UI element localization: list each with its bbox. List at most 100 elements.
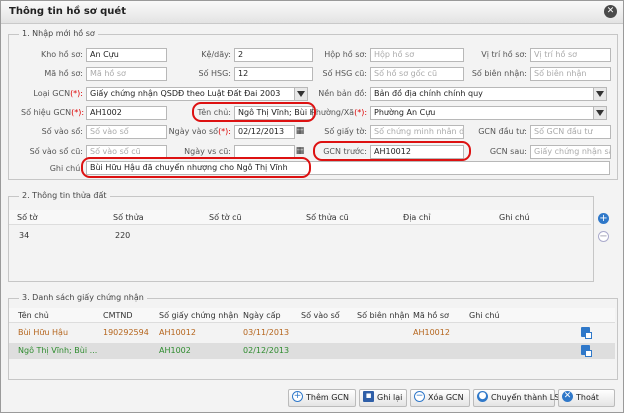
- hop-ho-so-input[interactable]: Hộp hồ sơ: [370, 48, 464, 62]
- gcn-dau-tu-label: GCN đầu tư:: [478, 127, 527, 136]
- ngay-vao-so-label-text: Ngày vào sổ: [168, 127, 219, 136]
- hop-ho-so-label: Hộp hồ sơ:: [324, 50, 367, 59]
- cell-ten-chu: Ngô Thị Vĩnh; Bùi ...: [18, 346, 98, 355]
- col-so-to: Số tờ: [17, 213, 38, 222]
- ghi-chu-label: Ghi chú:: [49, 164, 83, 173]
- close-circle-icon: ✕: [562, 391, 573, 402]
- cell-ngay-cap: 03/11/2013: [243, 328, 290, 337]
- nen-ban-do-label: Nền bản đồ:: [318, 89, 367, 98]
- ma-ho-so-input[interactable]: Mã hồ sơ: [86, 67, 167, 81]
- ghi-lai-button[interactable]: ▪ Ghi lại: [359, 389, 407, 407]
- location-pin-icon: ●: [477, 391, 488, 402]
- edit-icon[interactable]: [581, 327, 592, 339]
- required-mark: (*):: [70, 89, 83, 98]
- section2-legend: 2. Thông tin thửa đất: [19, 191, 110, 200]
- ngay-vao-so-input[interactable]: 02/12/2013: [234, 125, 295, 139]
- col-so-thua-cu: Số thửa cũ: [306, 213, 349, 222]
- so-giay-to-input[interactable]: Số chứng minh nhân dân: [370, 125, 464, 139]
- ma-ho-so-label: Mã hồ sơ:: [44, 69, 83, 78]
- so-vao-so-cu-input[interactable]: Số vào sổ cũ: [86, 145, 167, 159]
- so-vao-so-cu-label: Số vào sổ cũ:: [29, 147, 83, 156]
- col-so-vao-so: Số vào sổ: [301, 311, 340, 320]
- calendar-icon[interactable]: ▦: [294, 125, 306, 137]
- col-ma-ho-so: Mã hồ sơ: [413, 311, 449, 320]
- kho-ho-so-input[interactable]: An Cựu: [86, 48, 167, 62]
- them-gcn-button[interactable]: + Thêm GCN: [288, 389, 356, 407]
- save-icon: ▪: [363, 391, 374, 402]
- col-ghi-chu: Ghi chú: [469, 311, 500, 320]
- thoat-label: Thoát: [576, 393, 599, 402]
- ten-chu-label: Tên chủ:: [197, 108, 231, 117]
- xoa-gcn-button[interactable]: − Xóa GCN: [410, 389, 470, 407]
- cell-so-to: 34: [19, 231, 30, 240]
- cell-ngay-cap: 02/12/2013: [243, 346, 290, 355]
- table-row[interactable]: Bùi Hữu Hậu 190292594 AH10012 03/11/2013…: [9, 325, 615, 341]
- so-hsg-input[interactable]: 12: [234, 67, 313, 81]
- so-hsg-cu-label: Số HSG cũ:: [322, 69, 367, 78]
- so-hieu-gcn-label-text: Số hiệu GCN: [21, 108, 72, 117]
- chevron-down-icon[interactable]: [593, 106, 607, 120]
- col-ten-chu: Tên chủ: [18, 311, 49, 320]
- parcel-grid-header: Số tờ Số thửa Số tờ cũ Số thửa cũ Địa ch…: [9, 210, 591, 225]
- gcn-sau-input[interactable]: Giấy chứng nhận sau: [530, 145, 611, 159]
- kho-ho-so-label: Kho hồ sơ:: [40, 50, 83, 59]
- add-parcel-icon[interactable]: +: [598, 213, 609, 224]
- phuong-xa-label: Phường/Xã(*):: [311, 108, 367, 117]
- so-hieu-gcn-label: Số hiệu GCN(*):: [21, 108, 85, 117]
- certificate-grid-header: Tên chủ CMTND Số giấy chứng nhận Ngày cấ…: [9, 308, 615, 323]
- minus-circle-icon: −: [414, 391, 425, 402]
- cell-cmtnd: 190292594: [103, 328, 149, 337]
- so-hsg-cu-input[interactable]: Số hồ sơ gốc cũ: [370, 67, 464, 81]
- thoat-button[interactable]: ✕ Thoát: [558, 389, 615, 407]
- col-so-bien-nhan: Số biên nhận: [357, 311, 410, 320]
- gcn-truoc-input[interactable]: AH10012: [370, 145, 464, 159]
- ghi-chu-input[interactable]: Bùi Hữu Hậu đã chuyển nhượng cho Ngô Thị…: [86, 161, 610, 175]
- dialog-window: Thông tin hồ sơ quét ✕ 1. Nhập mới hồ sơ…: [0, 0, 624, 413]
- chuyen-thanh-ls-label: Chuyển thành LS: [491, 393, 560, 402]
- gcn-sau-label: GCN sau:: [489, 147, 527, 156]
- required-mark: (*):: [71, 108, 85, 117]
- ke-day-input[interactable]: 2: [234, 48, 313, 62]
- cell-so-gcn: AH1002: [159, 346, 191, 355]
- loai-gcn-select[interactable]: Giấy chứng nhận QSDĐ theo Luật Đất Đai 2…: [86, 87, 297, 101]
- edit-icon[interactable]: [581, 345, 592, 357]
- col-dia-chi: Địa chỉ: [403, 213, 431, 222]
- required-mark: (*):: [354, 108, 368, 117]
- cell-so-gcn: AH10012: [159, 328, 196, 337]
- so-hieu-gcn-input[interactable]: AH1002: [86, 106, 167, 120]
- nen-ban-do-select[interactable]: Bản đồ địa chính chính quy: [370, 87, 596, 101]
- col-ngay-cap: Ngày cấp: [243, 311, 281, 320]
- so-vao-so-input[interactable]: Số vào sổ: [86, 125, 167, 139]
- col-ghi-chu: Ghi chú: [499, 213, 530, 222]
- window-title: Thông tin hồ sơ quét: [9, 6, 126, 17]
- ghi-lai-label: Ghi lại: [377, 393, 403, 402]
- ngay-vs-cu-input[interactable]: [234, 145, 295, 159]
- gcn-dau-tu-input[interactable]: Số GCN đầu tư: [530, 125, 611, 139]
- chuyen-thanh-ls-button[interactable]: ● Chuyển thành LS: [473, 389, 559, 407]
- ke-day-label: Kệ/dãy:: [201, 50, 231, 59]
- ten-chu-input[interactable]: Ngô Thị Vĩnh; Bùi Hữu Hậu: [234, 106, 313, 120]
- so-vao-so-label: Số vào sổ:: [41, 127, 83, 136]
- table-row[interactable]: 34 220: [9, 227, 591, 243]
- col-cmtnd: CMTND: [103, 311, 133, 320]
- title-bar: Thông tin hồ sơ quét ✕: [1, 1, 623, 24]
- remove-parcel-icon[interactable]: −: [598, 231, 609, 242]
- chevron-down-icon[interactable]: [593, 87, 607, 101]
- required-mark: (*):: [218, 127, 231, 136]
- plus-circle-icon: +: [292, 391, 303, 402]
- so-hsg-label: Số HSG:: [198, 69, 231, 78]
- close-icon[interactable]: ✕: [604, 5, 617, 18]
- chevron-down-icon[interactable]: [294, 87, 308, 101]
- so-giay-to-label: Số giấy tờ:: [324, 127, 367, 136]
- vi-tri-ho-so-label: Vị trí hồ sơ:: [481, 50, 527, 59]
- col-so-to-cu: Số tờ cũ: [209, 213, 242, 222]
- phuong-xa-label-text: Phường/Xã: [311, 108, 355, 117]
- phuong-xa-select[interactable]: Phường An Cựu: [370, 106, 596, 120]
- table-row[interactable]: Ngô Thị Vĩnh; Bùi ... AH1002 02/12/2013: [9, 343, 615, 359]
- vi-tri-ho-so-input[interactable]: Vị trí hồ sơ: [530, 48, 611, 62]
- so-bien-nhan-input[interactable]: Số biên nhận: [530, 67, 611, 81]
- cell-ten-chu: Bùi Hữu Hậu: [18, 328, 69, 337]
- col-so-gcn: Số giấy chứng nhận: [159, 311, 239, 320]
- calendar-icon[interactable]: ▦: [294, 145, 306, 157]
- section3-legend: 3. Danh sách giấy chứng nhận: [19, 293, 147, 302]
